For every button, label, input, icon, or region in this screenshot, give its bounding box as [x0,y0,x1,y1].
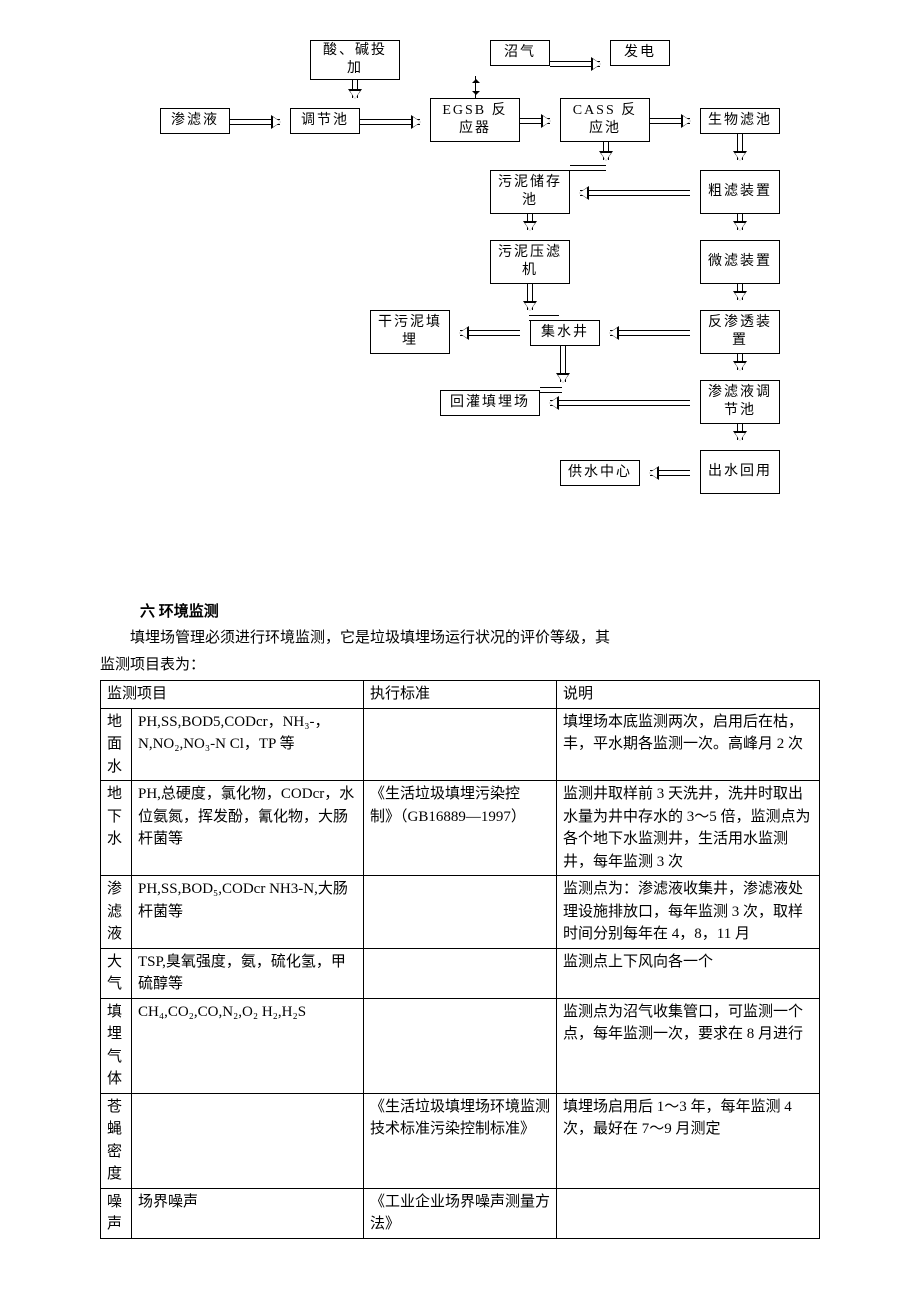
arrow [650,118,690,124]
node-reuse: 出水回用 [700,450,780,494]
row-param: 场界噪声 [132,1188,364,1238]
node-sludgestore: 污泥储存池 [490,170,570,214]
node-sludgepress: 污泥压滤机 [490,240,570,284]
row-label: 填 埋气体 [101,998,132,1093]
table-row: 苍 蝇密度 《生活垃圾填埋场环境监测技术标准污染控制标准》 填埋场启用后 1～3… [101,1093,820,1188]
arrow [737,134,743,160]
connector [529,315,559,321]
arrow [230,119,280,125]
row-label: 地下水 [101,781,132,876]
row-note: 监测点上下风向各一个 [557,948,820,998]
node-egsb: EGSB 反应器 [430,98,520,142]
arrow [475,76,476,98]
arrow [527,284,533,310]
arrow [560,346,566,382]
th-item: 监测项目 [101,681,364,709]
node-supply: 供水中心 [560,460,640,486]
node-rotank: 渗滤液调节池 [700,380,780,424]
node-coarse: 粗滤装置 [700,170,780,214]
node-cass: CASS 反应池 [560,98,650,142]
row-std [364,948,557,998]
node-biogas: 沼气 [490,40,550,66]
arrow [610,330,690,336]
table-row: 大气 TSP,臭氧强度，氨，硫化氢，甲硫醇等 监测点上下风向各一个 [101,948,820,998]
monitoring-table: 监测项目 执行标准 说明 地面水 PH,SS,BOD5,CODcr，NH₃-，N… [100,680,820,1239]
row-std: 《生活垃圾填埋场环境监测技术标准污染控制标准》 [364,1093,557,1188]
section-intro-2: 监测项目表为： [100,654,820,677]
th-note: 说明 [557,681,820,709]
section-heading: 六 环境监测 [140,600,820,621]
table-row: 地面水 PH,SS,BOD5,CODcr，NH₃-，N,NO₂,NO₃-N Cl… [101,708,820,781]
row-note: 监测点为：渗滤液收集井，渗滤液处理设施排放口，每年监测 3 次，取样时间分别每年… [557,876,820,949]
table-header-row: 监测项目 执行标准 说明 [101,681,820,709]
node-power: 发电 [610,40,670,66]
arrow [550,400,690,406]
table-row: 地下水 PH,总硬度，氯化物，CODcr，水位氨氮，挥发酚，氰化物，大肠杆菌等 … [101,781,820,876]
node-leachate: 渗滤液 [160,108,230,134]
th-std: 执行标准 [364,681,557,709]
row-note [557,1188,820,1238]
row-label: 苍 蝇密度 [101,1093,132,1188]
section-intro-1: 填埋场管理必须进行环境监测，它是垃圾填埋场运行状况的评价等级，其 [100,627,820,650]
arrow [737,214,743,230]
row-note: 监测点为沼气收集管口，可监测一个点，每年监测一次，要求在 8 月进行 [557,998,820,1093]
arrow [650,470,690,476]
row-std [364,708,557,781]
row-std: 《生活垃圾填埋污染控制》（GB16889—1997） [364,781,557,876]
row-label: 大气 [101,948,132,998]
node-tiaojie: 调节池 [290,108,360,134]
row-label: 渗 滤液 [101,876,132,949]
node-biofilter: 生物滤池 [700,108,780,134]
arrow [737,284,743,300]
row-std: 《工业企业场界噪声测量方法》 [364,1188,557,1238]
arrow [520,118,550,124]
node-ro: 反渗透装置 [700,310,780,354]
row-label: 噪声 [101,1188,132,1238]
arrow [460,330,520,336]
row-param: PH,SS,BOD5,CODcr，NH₃-，N,NO₂,NO₃-N Cl，TP … [132,708,364,781]
row-param: PH,SS,BOD₅,CODcr NH3-N,大肠杆菌等 [132,876,364,949]
node-drysludge: 干污泥填埋 [370,310,450,354]
arrow [737,424,743,440]
arrow [550,61,600,67]
arrow [580,190,690,196]
row-param [132,1093,364,1188]
row-std [364,998,557,1093]
row-label: 地面水 [101,708,132,781]
arrow [603,142,609,160]
table-row: 渗 滤液 PH,SS,BOD₅,CODcr NH3-N,大肠杆菌等 监测点为：渗… [101,876,820,949]
connector [570,165,606,171]
process-flow-diagram: 酸、碱投加 沼气 发电 渗滤液 调节池 EGSB 反应器 CASS 反应池 生物… [160,40,800,580]
row-param: TSP,臭氧强度，氨，硫化氢，甲硫醇等 [132,948,364,998]
node-sump: 集水井 [530,320,600,346]
node-acid: 酸、碱投加 [310,40,400,80]
row-std [364,876,557,949]
arrow [527,214,533,230]
arrow [737,354,743,370]
node-reinject: 回灌填埋场 [440,390,540,416]
row-note: 监测井取样前 3 天洗井，洗井时取出水量为井中存水的 3～5 倍，监测点为各个地… [557,781,820,876]
table-row: 填 埋气体 CH₄,CO₂,CO,N₂,O₂ H₂,H₂S 监测点为沼气收集管口… [101,998,820,1093]
row-param: CH₄,CO₂,CO,N₂,O₂ H₂,H₂S [132,998,364,1093]
row-param: PH,总硬度，氯化物，CODcr，水位氨氮，挥发酚，氰化物，大肠杆菌等 [132,781,364,876]
node-microfilter: 微滤装置 [700,240,780,284]
row-note: 填埋场本底监测两次，启用后在枯，丰，平水期各监测一次。高峰月 2 次 [557,708,820,781]
arrow [352,80,358,98]
table-row: 噪声 场界噪声 《工业企业场界噪声测量方法》 [101,1188,820,1238]
arrow [360,119,420,125]
connector [540,387,562,393]
row-note: 填埋场启用后 1～3 年，每年监测 4 次，最好在 7～9 月测定 [557,1093,820,1188]
